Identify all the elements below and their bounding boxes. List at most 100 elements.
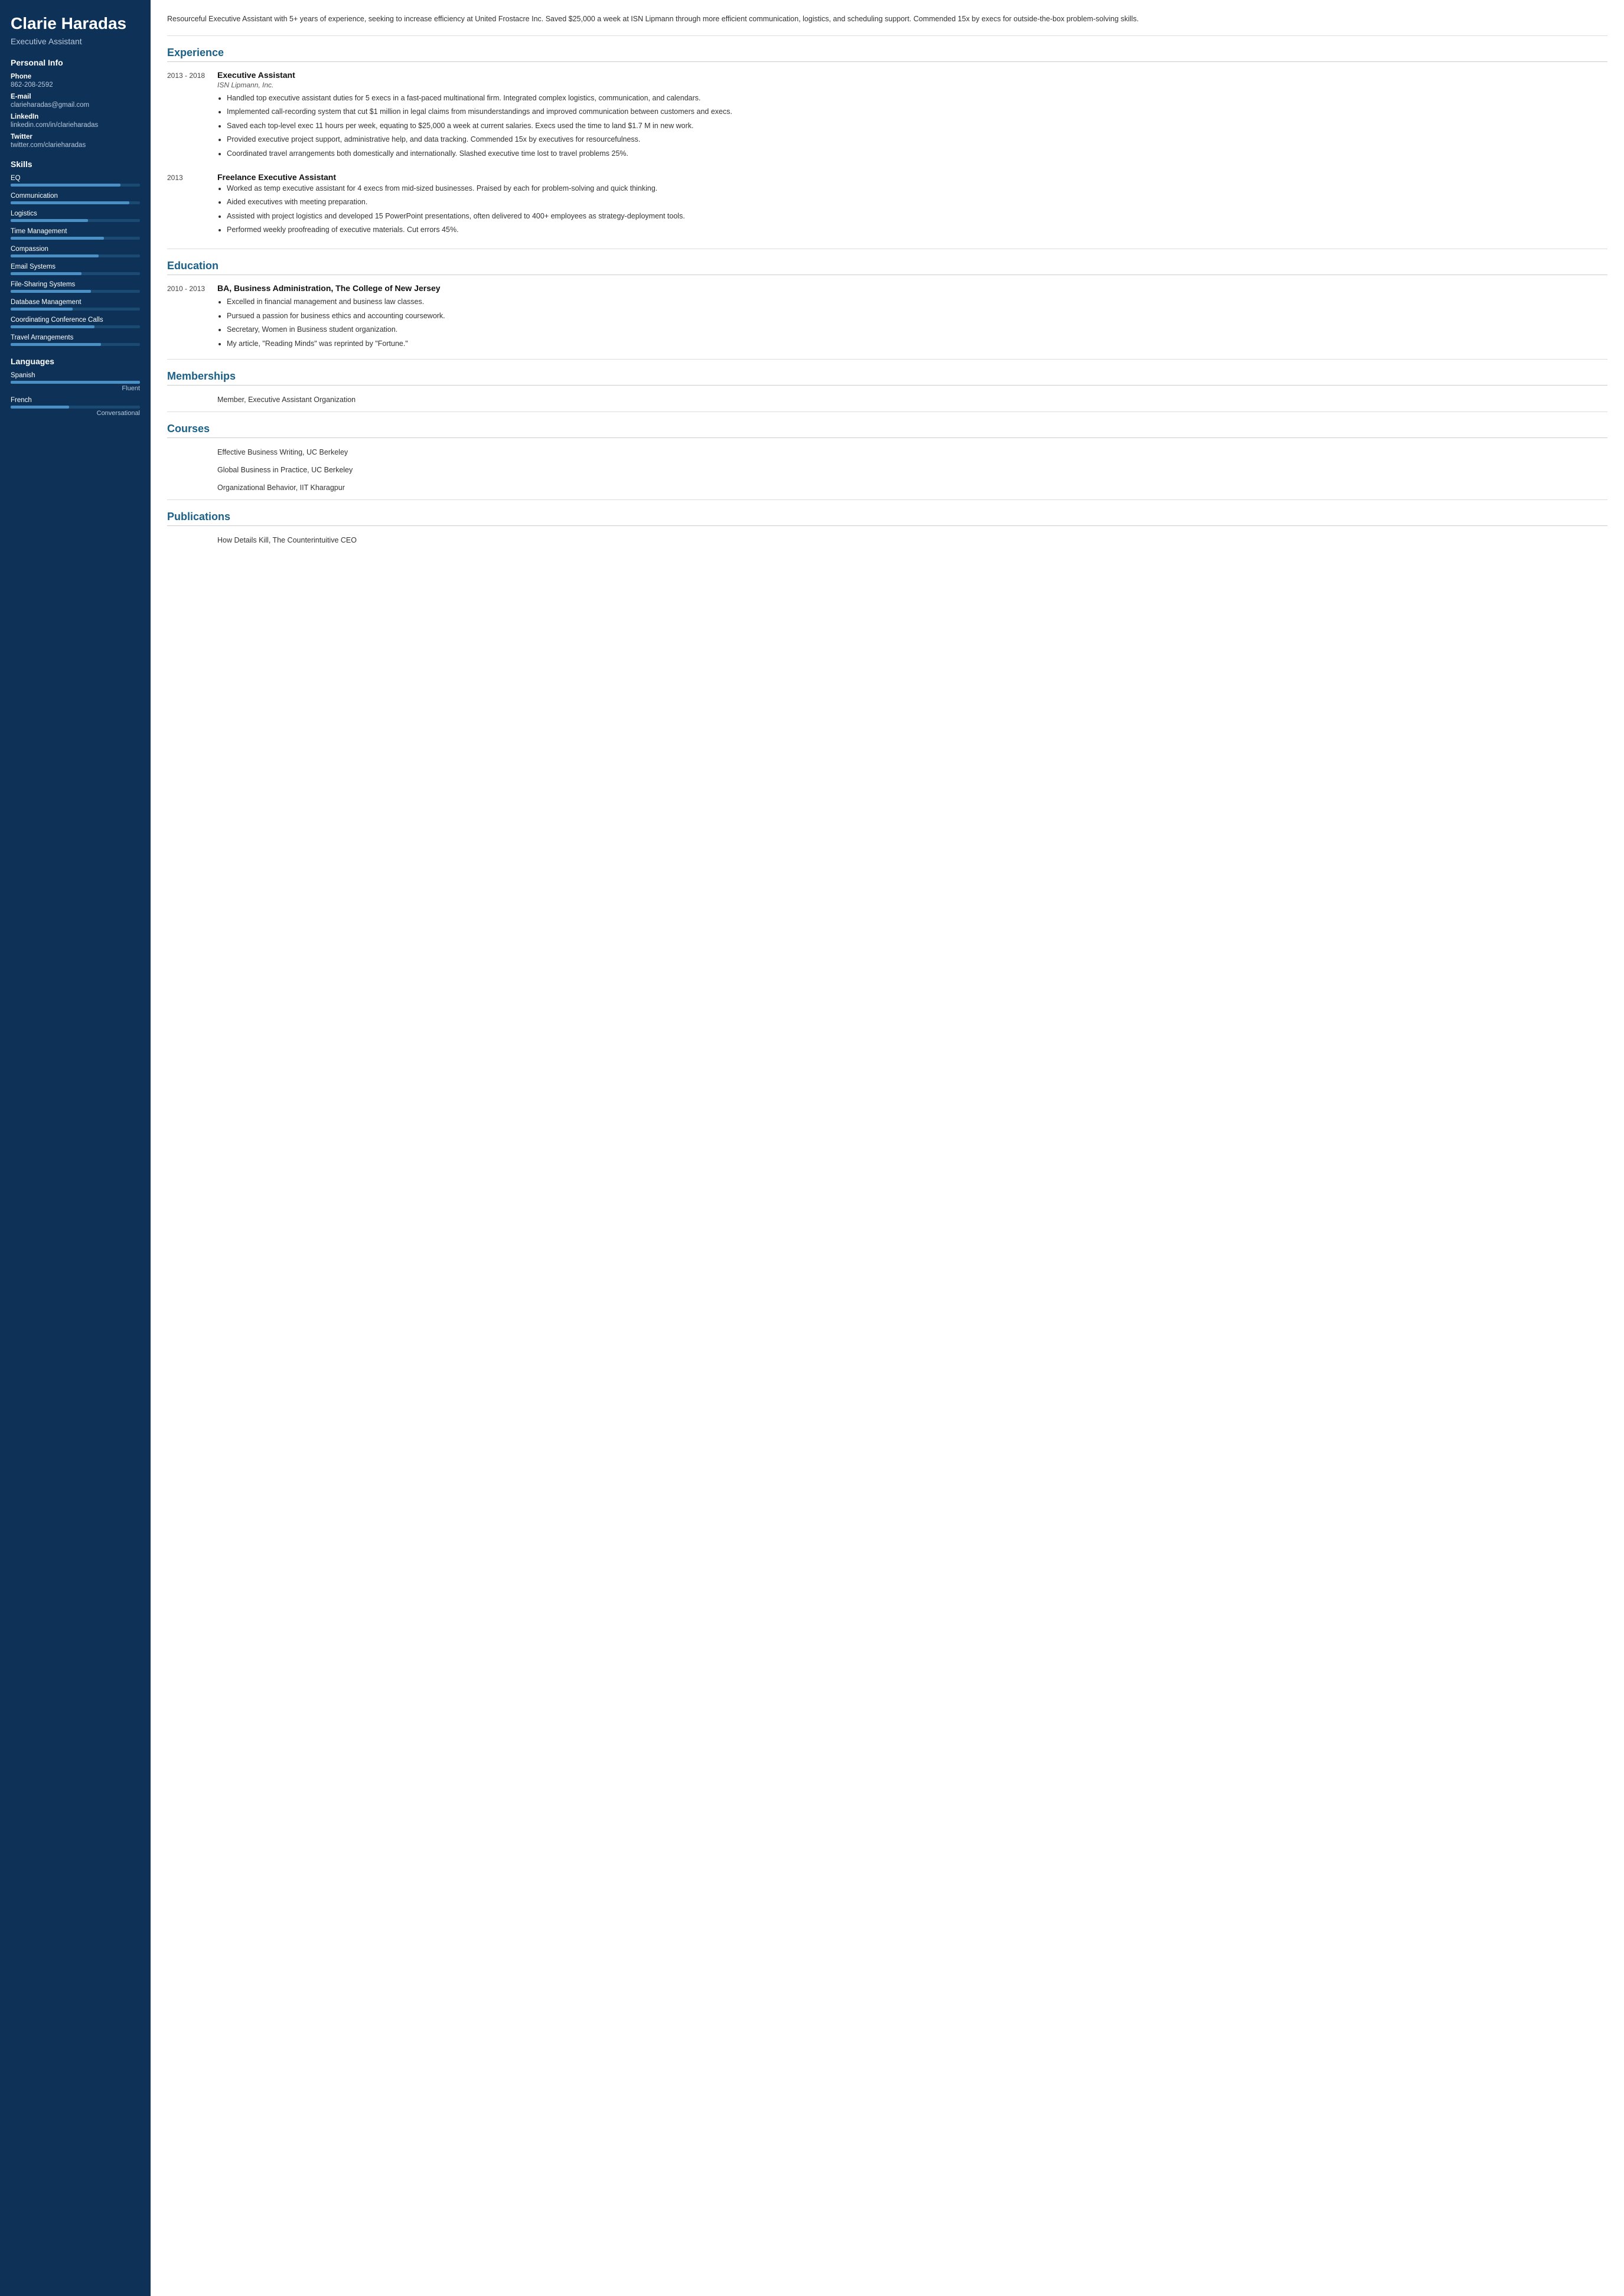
skill-bar-bg [11,290,140,293]
language-level: Conversational [11,410,140,417]
skill-item: Logistics [11,210,140,222]
experience-list: 2013 - 2018 Executive Assistant ISN Lipm… [167,70,1607,238]
skill-name: Email Systems [11,263,140,270]
skill-name: Communication [11,192,140,200]
phone-label: Phone [11,73,140,80]
email-value: clarieharadas@gmail.com [11,102,140,109]
language-bar-bg [11,406,140,409]
skill-item: Travel Arrangements [11,334,140,346]
languages-list: Spanish Fluent French Conversational [11,372,140,417]
mb-spacer [167,446,217,460]
skill-name: EQ [11,175,140,182]
language-bar-bg [11,381,140,384]
experience-bullet: Saved each top-level exec 11 hours per w… [227,120,1607,132]
experience-bullet: Implemented call-recording system that c… [227,106,1607,117]
experience-bullet: Coordinated travel arrangements both dom… [227,148,1607,159]
mb-spacer [167,534,217,548]
skill-bar-fill [11,325,94,328]
language-name: French [11,397,140,404]
edu-bullets: Excelled in financial management and bus… [217,296,1607,350]
experience-section-title: Experience [167,47,1607,62]
edu-content: BA, Business Administration, The College… [217,283,1607,352]
sidebar-title: Executive Assistant [11,37,140,46]
language-level: Fluent [11,385,140,392]
skill-bar-fill [11,290,91,293]
mb-spacer [167,394,217,408]
skill-item: Communication [11,192,140,204]
publications-list: How Details Kill, The Counterintuitive C… [167,534,1607,548]
skills-list: EQ Communication Logistics Time Manageme… [11,175,140,346]
skill-bar-bg [11,237,140,240]
skill-item: Compassion [11,246,140,257]
skills-heading: Skills [11,159,140,169]
skill-item: Time Management [11,228,140,240]
courses-section-title: Courses [167,423,1607,438]
skill-bar-fill [11,201,129,204]
skill-name: Travel Arrangements [11,334,140,341]
edu-degree: BA, Business Administration, The College… [217,283,1607,293]
education-section-title: Education [167,260,1607,275]
language-bar-fill [11,406,69,409]
memberships-section-title: Memberships [167,370,1607,386]
email-label: E-mail [11,93,140,100]
publications-section-title: Publications [167,511,1607,526]
linkedin-value: linkedin.com/in/clarieharadas [11,122,140,129]
skill-bar-fill [11,272,81,275]
skill-name: Compassion [11,246,140,253]
skill-bar-fill [11,219,88,222]
skill-bar-bg [11,325,140,328]
course-text: Global Business in Practice, UC Berkeley [217,464,353,476]
skill-bar-bg [11,184,140,187]
language-bar-fill [11,381,140,384]
skill-bar-bg [11,343,140,346]
exp-job-title: Executive Assistant [217,70,1607,80]
twitter-value: twitter.com/clarieharadas [11,142,140,149]
course-block: Organizational Behavior, IIT Kharagpur [167,482,1607,496]
experience-bullet: Handled top executive assistant duties f… [227,93,1607,104]
exp-content: Freelance Executive Assistant Worked as … [217,172,1607,239]
education-bullet: Pursued a passion for business ethics an… [227,311,1607,322]
skill-bar-bg [11,254,140,257]
exp-job-title: Freelance Executive Assistant [217,172,1607,182]
personal-info-section: Personal Info Phone 862-208-2592 E-mail … [11,58,140,149]
edu-dates: 2010 - 2013 [167,283,217,352]
course-text: Effective Business Writing, UC Berkeley [217,446,348,458]
experience-bullet: Assisted with project logistics and deve… [227,211,1607,222]
membership-block: Member, Executive Assistant Organization [167,394,1607,408]
skill-bar-bg [11,201,140,204]
exp-company: ISN Lipmann, Inc. [217,81,1607,89]
education-bullet: My article, "Reading Minds" was reprinte… [227,338,1607,350]
divider-publications [167,499,1607,500]
language-item: French Conversational [11,397,140,417]
mb-spacer [167,482,217,496]
skill-bar-fill [11,343,101,346]
phone-value: 862-208-2592 [11,81,140,89]
skills-section: Skills EQ Communication Logistics Time M… [11,159,140,346]
experience-bullet: Performed weekly proofreading of executi… [227,224,1607,236]
language-item: Spanish Fluent [11,372,140,392]
language-name: Spanish [11,372,140,379]
education-list: 2010 - 2013 BA, Business Administration,… [167,283,1607,352]
skill-item: EQ [11,175,140,187]
course-block: Effective Business Writing, UC Berkeley [167,446,1607,460]
publication-text: How Details Kill, The Counterintuitive C… [217,534,357,546]
skill-name: Coordinating Conference Calls [11,316,140,324]
experience-bullet: Worked as temp executive assistant for 4… [227,183,1607,194]
experience-bullet: Provided executive project support, admi… [227,134,1607,145]
skill-bar-fill [11,308,73,311]
skill-bar-fill [11,237,104,240]
skill-bar-bg [11,272,140,275]
skill-bar-bg [11,308,140,311]
education-bullet: Secretary, Women in Business student org… [227,324,1607,335]
skill-bar-fill [11,184,120,187]
linkedin-label: LinkedIn [11,113,140,120]
skill-bar-fill [11,254,99,257]
exp-dates: 2013 [167,172,217,239]
course-text: Organizational Behavior, IIT Kharagpur [217,482,345,494]
skill-name: Time Management [11,228,140,235]
skill-item: File-Sharing Systems [11,281,140,293]
courses-list: Effective Business Writing, UC Berkeley … [167,446,1607,496]
exp-dates: 2013 - 2018 [167,70,217,162]
languages-section: Languages Spanish Fluent French Conversa… [11,357,140,417]
sidebar-name: Clarie Haradas [11,14,140,33]
